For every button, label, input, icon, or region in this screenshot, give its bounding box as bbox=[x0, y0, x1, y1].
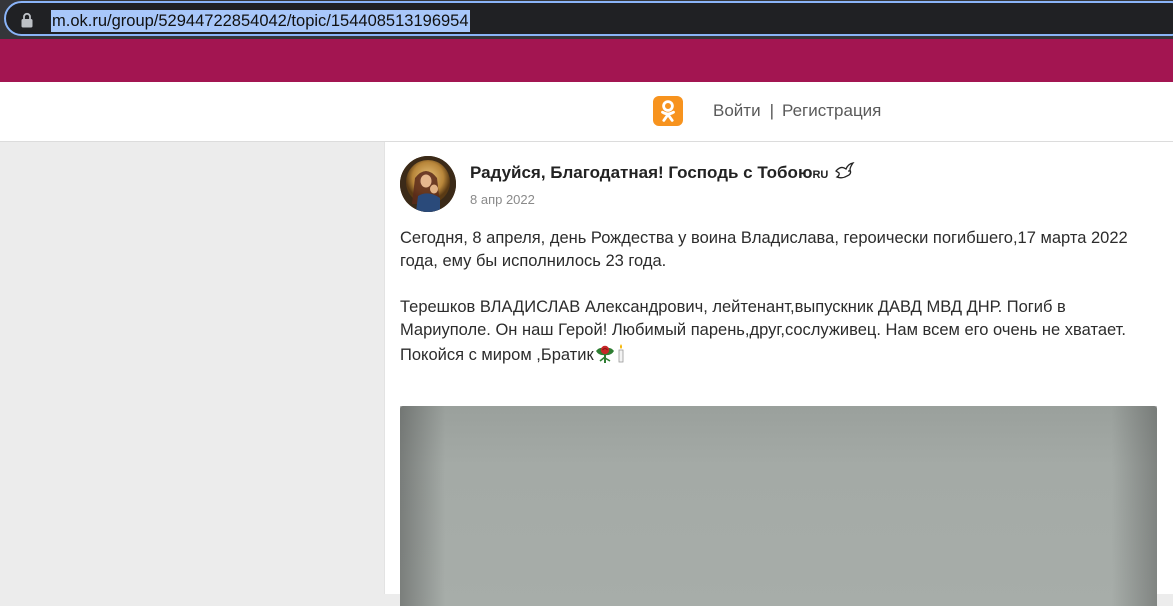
post-body: Сегодня, 8 апреля, день Рождества у воин… bbox=[400, 227, 1160, 367]
brand-strip bbox=[0, 39, 1173, 82]
register-link[interactable]: Регистрация bbox=[782, 101, 881, 120]
odnoklassniki-logo[interactable] bbox=[653, 96, 683, 126]
auth-links: Войти | Регистрация bbox=[713, 101, 881, 121]
post-paragraph-text: Покойся с миром ,Братик bbox=[400, 346, 594, 364]
group-name-text[interactable]: Радуйся, Благодатная! Господь с Тобою bbox=[470, 163, 812, 182]
auth-separator: | bbox=[769, 101, 774, 120]
post-card: Радуйся, Благодатная! Господь с ТобоюRU … bbox=[384, 142, 1173, 606]
group-name[interactable]: Радуйся, Благодатная! Господь с ТобоюRU bbox=[470, 161, 855, 186]
site-header: Войти | Регистрация bbox=[0, 82, 1173, 142]
post-photo[interactable] bbox=[400, 406, 1157, 606]
lock-icon[interactable] bbox=[20, 12, 34, 28]
browser-toolbar: m.ok.ru/group/52944722854042/topic/15440… bbox=[0, 0, 1173, 39]
group-name-suffix: RU bbox=[812, 169, 829, 181]
address-bar[interactable]: m.ok.ru/group/52944722854042/topic/15440… bbox=[4, 1, 1173, 36]
group-avatar[interactable] bbox=[400, 156, 456, 212]
post-date: 8 апр 2022 bbox=[470, 192, 535, 207]
dove-icon bbox=[835, 162, 855, 179]
post-paragraph-last: Покойся с миром ,Братик bbox=[400, 342, 1160, 367]
url-text[interactable]: m.ok.ru/group/52944722854042/topic/15440… bbox=[51, 10, 470, 32]
post-paragraph: Сегодня, 8 апреля, день Рождества у воин… bbox=[400, 229, 1128, 270]
left-sidebar bbox=[0, 142, 384, 594]
post-paragraph: Терешков ВЛАДИСЛАВ Александрович, лейтен… bbox=[400, 298, 1126, 339]
candle-icon bbox=[618, 344, 624, 363]
rose-icon bbox=[595, 345, 614, 363]
login-link[interactable]: Войти bbox=[713, 101, 761, 120]
